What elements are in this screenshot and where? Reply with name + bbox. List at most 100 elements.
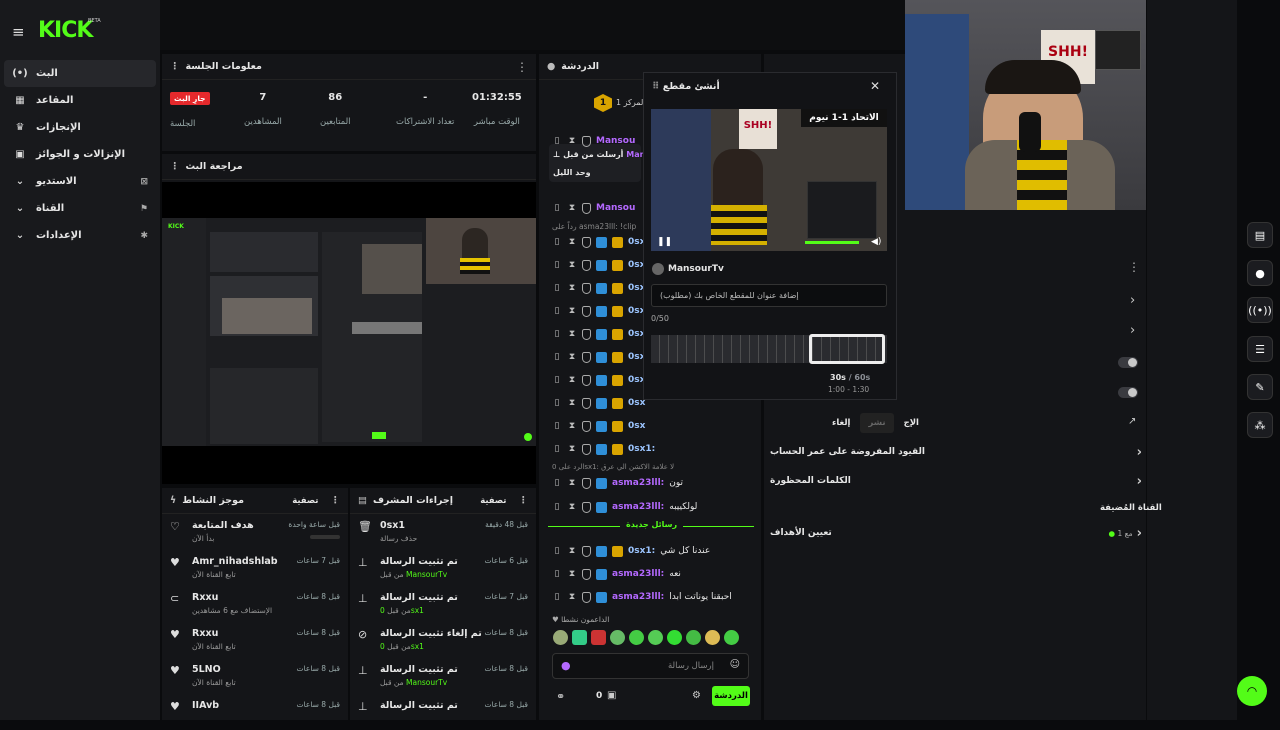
menu-icon[interactable]: ≡ (12, 23, 25, 41)
chat-input[interactable]: ● إرسال رسالة ☺ (552, 653, 749, 679)
activity-item[interactable]: ♥ IIAvb قبل 8 ساعات (162, 694, 348, 730)
trash-icon[interactable]: ▯ (552, 136, 562, 146)
clip-timeline[interactable] (651, 334, 887, 364)
chat-message[interactable]: ▯ ⧗ 0sx (552, 370, 645, 390)
timeout-icon[interactable]: ⧗ (567, 237, 577, 247)
mod-action-item[interactable]: ⊥ تم تثبيت الرسالة من قبل MansourTv قبل 6… (350, 550, 536, 586)
activity-item[interactable]: ♥ Amr_nihadshlab تابع القناة الآن قبل 7 س… (162, 550, 348, 586)
trash-icon[interactable]: ▯ (552, 329, 562, 339)
nav-item-studio[interactable]: ⌄ الاستديو ⊠ (0, 168, 160, 195)
emote-icon[interactable] (610, 630, 625, 645)
more-icon[interactable]: ⋮ (331, 495, 341, 506)
filter-button[interactable]: تصفية (292, 496, 318, 506)
mod-action-item[interactable]: ⊥ تم تثبيت الرسالة من قبل 0sx1 قبل 7 ساعا… (350, 586, 536, 622)
trash-icon[interactable]: ▯ (552, 352, 562, 362)
cancel-button[interactable]: إلغاء (832, 418, 850, 428)
chat-user[interactable]: 0sx (628, 421, 645, 431)
emote-icon[interactable] (705, 630, 720, 645)
users-icon[interactable]: ⚭ (556, 690, 565, 703)
trash-icon[interactable]: ▯ (552, 502, 562, 512)
close-icon[interactable]: ✕ (870, 79, 880, 93)
kick-logo[interactable]: KICK (38, 18, 93, 43)
emote-icon[interactable] (667, 630, 682, 645)
more-icon[interactable]: ⋮ (519, 495, 529, 506)
chat-user[interactable]: asma23lll: (612, 592, 664, 602)
emote-icon[interactable] (572, 630, 587, 645)
gift-icon[interactable]: ▣ (607, 690, 616, 701)
chat-message[interactable]: ▯ ⧗ 0sx (552, 347, 645, 367)
setting-row[interactable]: القيود المفروضة على عمر الحساب › (770, 438, 1142, 466)
dock-layout-icon[interactable]: ☰ (1247, 336, 1273, 362)
trash-icon[interactable]: ▯ (552, 306, 562, 316)
activity-item[interactable]: ♥ Rxxu تابع القناة الآن قبل 8 ساعات (162, 622, 348, 658)
timeout-icon[interactable]: ⧗ (567, 352, 577, 362)
chat-message[interactable]: ▯ ⧗ 0sx1: (552, 439, 655, 459)
chat-message[interactable]: ▯ ⧗ asma23lll: تون (552, 473, 683, 493)
chat-message[interactable]: ▯ ⧗ 0sx (552, 278, 645, 298)
activity-item[interactable]: ♡ هدف المتابعة بدأ الآن قبل ساعة واحدة (162, 514, 348, 550)
chat-user[interactable]: asma23lll: (612, 569, 664, 579)
dock-chat-icon[interactable]: ● (1247, 260, 1273, 286)
chat-user[interactable]: 0sx1: (628, 444, 655, 454)
toggle-switch[interactable] (1118, 357, 1138, 368)
chat-message[interactable]: ▯ ⧗ asma23lll: نعه (552, 564, 681, 584)
nav-item-live[interactable]: (•) البث (4, 60, 156, 87)
timeout-icon[interactable]: ⧗ (567, 546, 577, 556)
timeout-icon[interactable]: ⧗ (567, 329, 577, 339)
more-icon[interactable]: ⋮ (516, 60, 528, 74)
chart-icon[interactable]: ↗ (1128, 416, 1136, 427)
dock-wrench-icon[interactable]: ✎ (1247, 374, 1273, 400)
item-user[interactable]: MansourTv (406, 678, 447, 687)
mod-action-item[interactable]: 🗑 0sx1 حذف رسالة قبل 48 دقيقة (350, 514, 536, 550)
trash-icon[interactable]: ▯ (552, 398, 562, 408)
mod-action-item[interactable]: ⊥ تم تثبيت الرسالة من قبل MansourTv قبل 8… (350, 658, 536, 694)
pause-icon[interactable]: ❚❚ (657, 237, 672, 247)
send-chat-button[interactable]: الدردشة (712, 686, 750, 706)
chat-message[interactable]: ▯ ⧗ Mansou (552, 198, 635, 218)
dock-notes-icon[interactable]: ▤ (1247, 222, 1273, 248)
chevron-right-icon[interactable]: › (1130, 323, 1135, 338)
timeout-icon[interactable]: ⧗ (567, 592, 577, 602)
timeout-icon[interactable]: ⧗ (567, 569, 577, 579)
timeout-icon[interactable]: ⧗ (567, 478, 577, 488)
timeout-icon[interactable]: ⧗ (567, 306, 577, 316)
timeout-icon[interactable]: ⧗ (567, 444, 577, 454)
trash-icon[interactable]: ▯ (552, 283, 562, 293)
timeout-icon[interactable]: ⧗ (567, 375, 577, 385)
chat-user[interactable]: asma23lll: (612, 502, 664, 512)
drag-handle-icon[interactable]: ⠿ (652, 81, 659, 92)
gear-icon[interactable]: ⚙ (692, 690, 701, 701)
setting-row[interactable]: تعيين الأهداف ● مع 1 › (770, 519, 1142, 547)
timeout-icon[interactable]: ⧗ (567, 502, 577, 512)
chat-message[interactable]: ▯ ⧗ Mansou (552, 131, 635, 151)
nav-item-drops[interactable]: ▣ الإنزالات و الجوائز (0, 141, 160, 168)
stream-preview[interactable]: KICK (162, 218, 536, 446)
volume-icon[interactable]: ◀) (871, 237, 881, 247)
chevron-right-icon[interactable]: › (1130, 293, 1135, 308)
mod-action-item[interactable]: ⊥ تم تثبيت الرسالة قبل 8 ساعات (350, 694, 536, 730)
chat-user[interactable]: Mansou (596, 203, 635, 213)
trash-icon[interactable]: ▯ (552, 444, 562, 454)
emote-icon[interactable] (591, 630, 606, 645)
emote-icon[interactable] (553, 630, 568, 645)
activity-item[interactable]: ⊂ Rxxu الإستضاف مع 6 مشاهدين قبل 8 ساعات (162, 586, 348, 622)
more-icon[interactable]: ⋮ (1128, 260, 1140, 274)
chat-user[interactable]: 0sx1: (628, 546, 655, 556)
timeout-icon[interactable]: ⧗ (567, 283, 577, 293)
trash-icon[interactable]: ▯ (552, 203, 562, 213)
clip-range-selector[interactable] (809, 334, 885, 364)
trash-icon[interactable]: ▯ (552, 421, 562, 431)
dock-apps-icon[interactable]: ⁂ (1247, 412, 1273, 438)
chat-user[interactable]: asma23lll: (612, 478, 664, 488)
timeout-icon[interactable]: ⧗ (567, 203, 577, 213)
chat-message[interactable]: ▯ ⧗ 0sx (552, 301, 645, 321)
trash-icon[interactable]: ▯ (552, 260, 562, 270)
publish-button[interactable]: نشر (860, 413, 894, 433)
chat-message[interactable]: ▯ ⧗ 0sx1: عندنا كل شي (552, 541, 710, 561)
help-button[interactable]: ◠ (1237, 676, 1267, 706)
timeout-icon[interactable]: ⧗ (567, 136, 577, 146)
trash-icon[interactable]: ▯ (552, 375, 562, 385)
mic-icon[interactable]: ● (561, 659, 571, 672)
emoji-icon[interactable]: ☺ (730, 659, 740, 670)
chat-message[interactable]: ▯ ⧗ 0sx (552, 393, 645, 413)
